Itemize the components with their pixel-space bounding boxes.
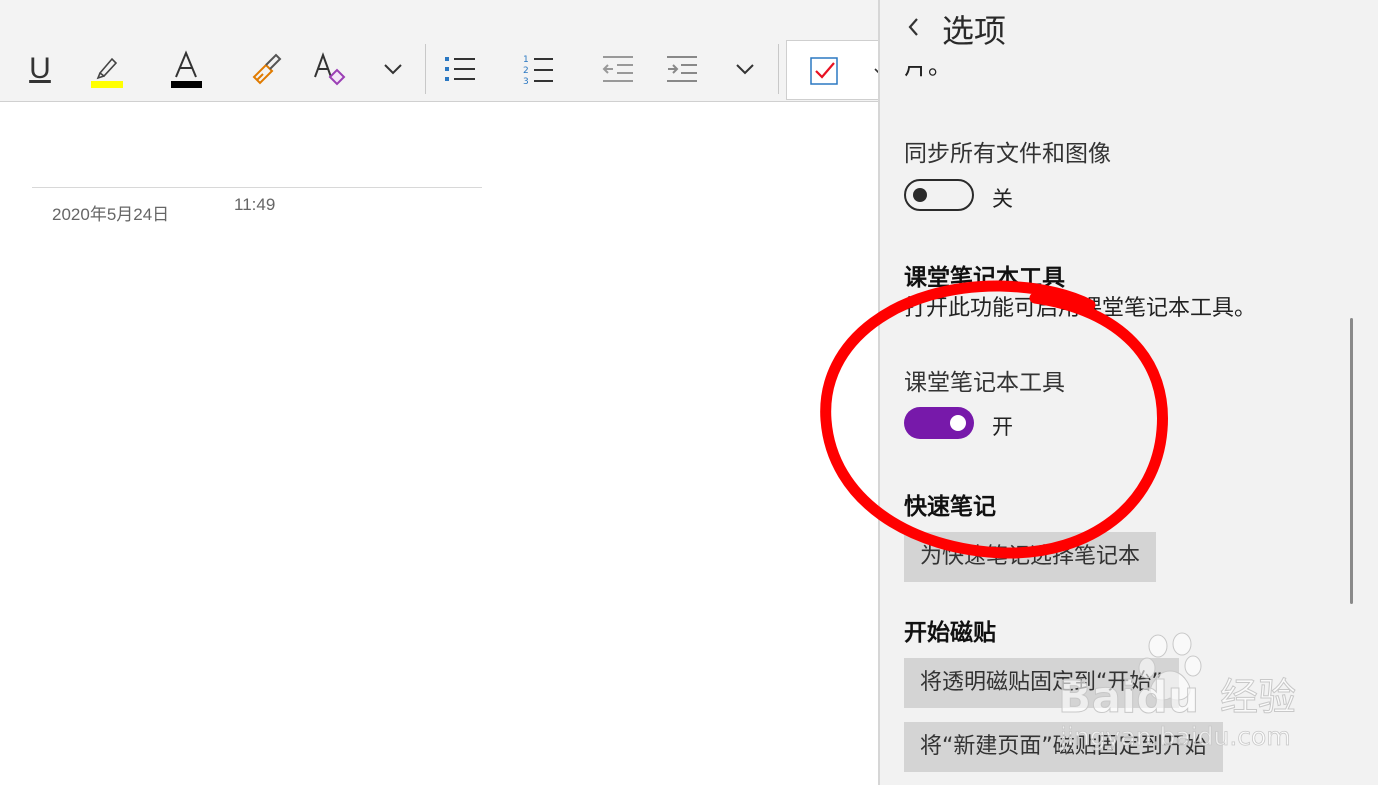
panel-title: 选项 [942, 12, 1007, 50]
choose-quick-notes-notebook-button[interactable]: 为快速笔记选择笔记本 [904, 532, 1157, 582]
decrease-indent-button[interactable] [598, 44, 638, 94]
font-color-icon [171, 50, 202, 88]
format-painter-button[interactable] [245, 44, 287, 94]
panel-scrollbar[interactable] [1350, 318, 1353, 604]
underline-icon: U [29, 52, 51, 85]
bullet-list-icon [445, 57, 475, 81]
more-formatting-button[interactable] [376, 44, 410, 94]
toolbar-divider [778, 44, 779, 94]
more-paragraph-button[interactable] [728, 44, 762, 94]
truncated-description: 片。 [904, 66, 952, 80]
chevron-down-icon [384, 64, 402, 75]
toolbar-divider [425, 44, 426, 94]
svg-text:2: 2 [523, 66, 529, 76]
underline-button[interactable]: U [20, 44, 60, 94]
decrease-indent-icon [602, 56, 633, 82]
back-arrow-icon[interactable] [902, 12, 926, 42]
clear-formatting-button[interactable] [308, 44, 350, 94]
class-tools-label: 课堂笔记本工具 [904, 370, 1065, 396]
clear-formatting-icon [314, 52, 346, 86]
highlighter-icon [91, 57, 123, 88]
options-panel: 选项 片。 同步所有文件和图像 关 课堂笔记本工具 打开此功能可启用课堂笔记本工… [878, 0, 1378, 785]
toggle-knob [913, 188, 927, 202]
chevron-down-icon [736, 64, 754, 75]
format-painter-icon [252, 53, 282, 85]
sync-files-state: 关 [992, 187, 1013, 211]
start-tiles-heading: 开始磁贴 [904, 620, 996, 646]
increase-indent-button[interactable] [662, 44, 702, 94]
page-time: 11:49 [234, 195, 276, 214]
sync-files-label: 同步所有文件和图像 [904, 141, 1111, 167]
quick-notes-heading: 快速笔记 [904, 494, 996, 520]
class-tools-toggle[interactable] [904, 407, 974, 439]
sync-files-toggle[interactable] [904, 179, 974, 211]
ribbon-toolbar: U 1 2 3 [0, 0, 886, 102]
highlight-button[interactable] [84, 44, 128, 94]
increase-indent-icon [667, 56, 697, 82]
todo-tag-button[interactable] [786, 40, 886, 100]
toggle-knob [950, 415, 966, 431]
class-tools-state: 开 [992, 415, 1013, 439]
pin-transparent-tile-button[interactable]: 将透明磁贴固定到“开始” [904, 658, 1179, 708]
page-date: 2020年5月24日 [52, 205, 170, 224]
svg-text:1: 1 [523, 55, 529, 65]
svg-text:3: 3 [523, 77, 529, 86]
checkbox-tag-icon [810, 57, 838, 85]
numbered-list-icon: 1 2 3 [523, 55, 553, 86]
class-tools-heading: 课堂笔记本工具 [904, 265, 1065, 291]
bullet-list-button[interactable] [440, 44, 480, 94]
pin-new-page-tile-button[interactable]: 将“新建页面”磁贴固定到开始 [904, 722, 1223, 772]
onenote-window: U 1 2 3 2020年5月24日 11:49 选项 片。 同步所有文件和图像… [0, 0, 1378, 785]
page-title-underline [32, 187, 482, 188]
note-page[interactable]: 2020年5月24日 11:49 [0, 103, 880, 785]
class-tools-description: 打开此功能可启用课堂笔记本工具。 [904, 296, 1257, 321]
numbered-list-button[interactable]: 1 2 3 [518, 44, 558, 94]
font-color-button[interactable] [166, 44, 206, 94]
